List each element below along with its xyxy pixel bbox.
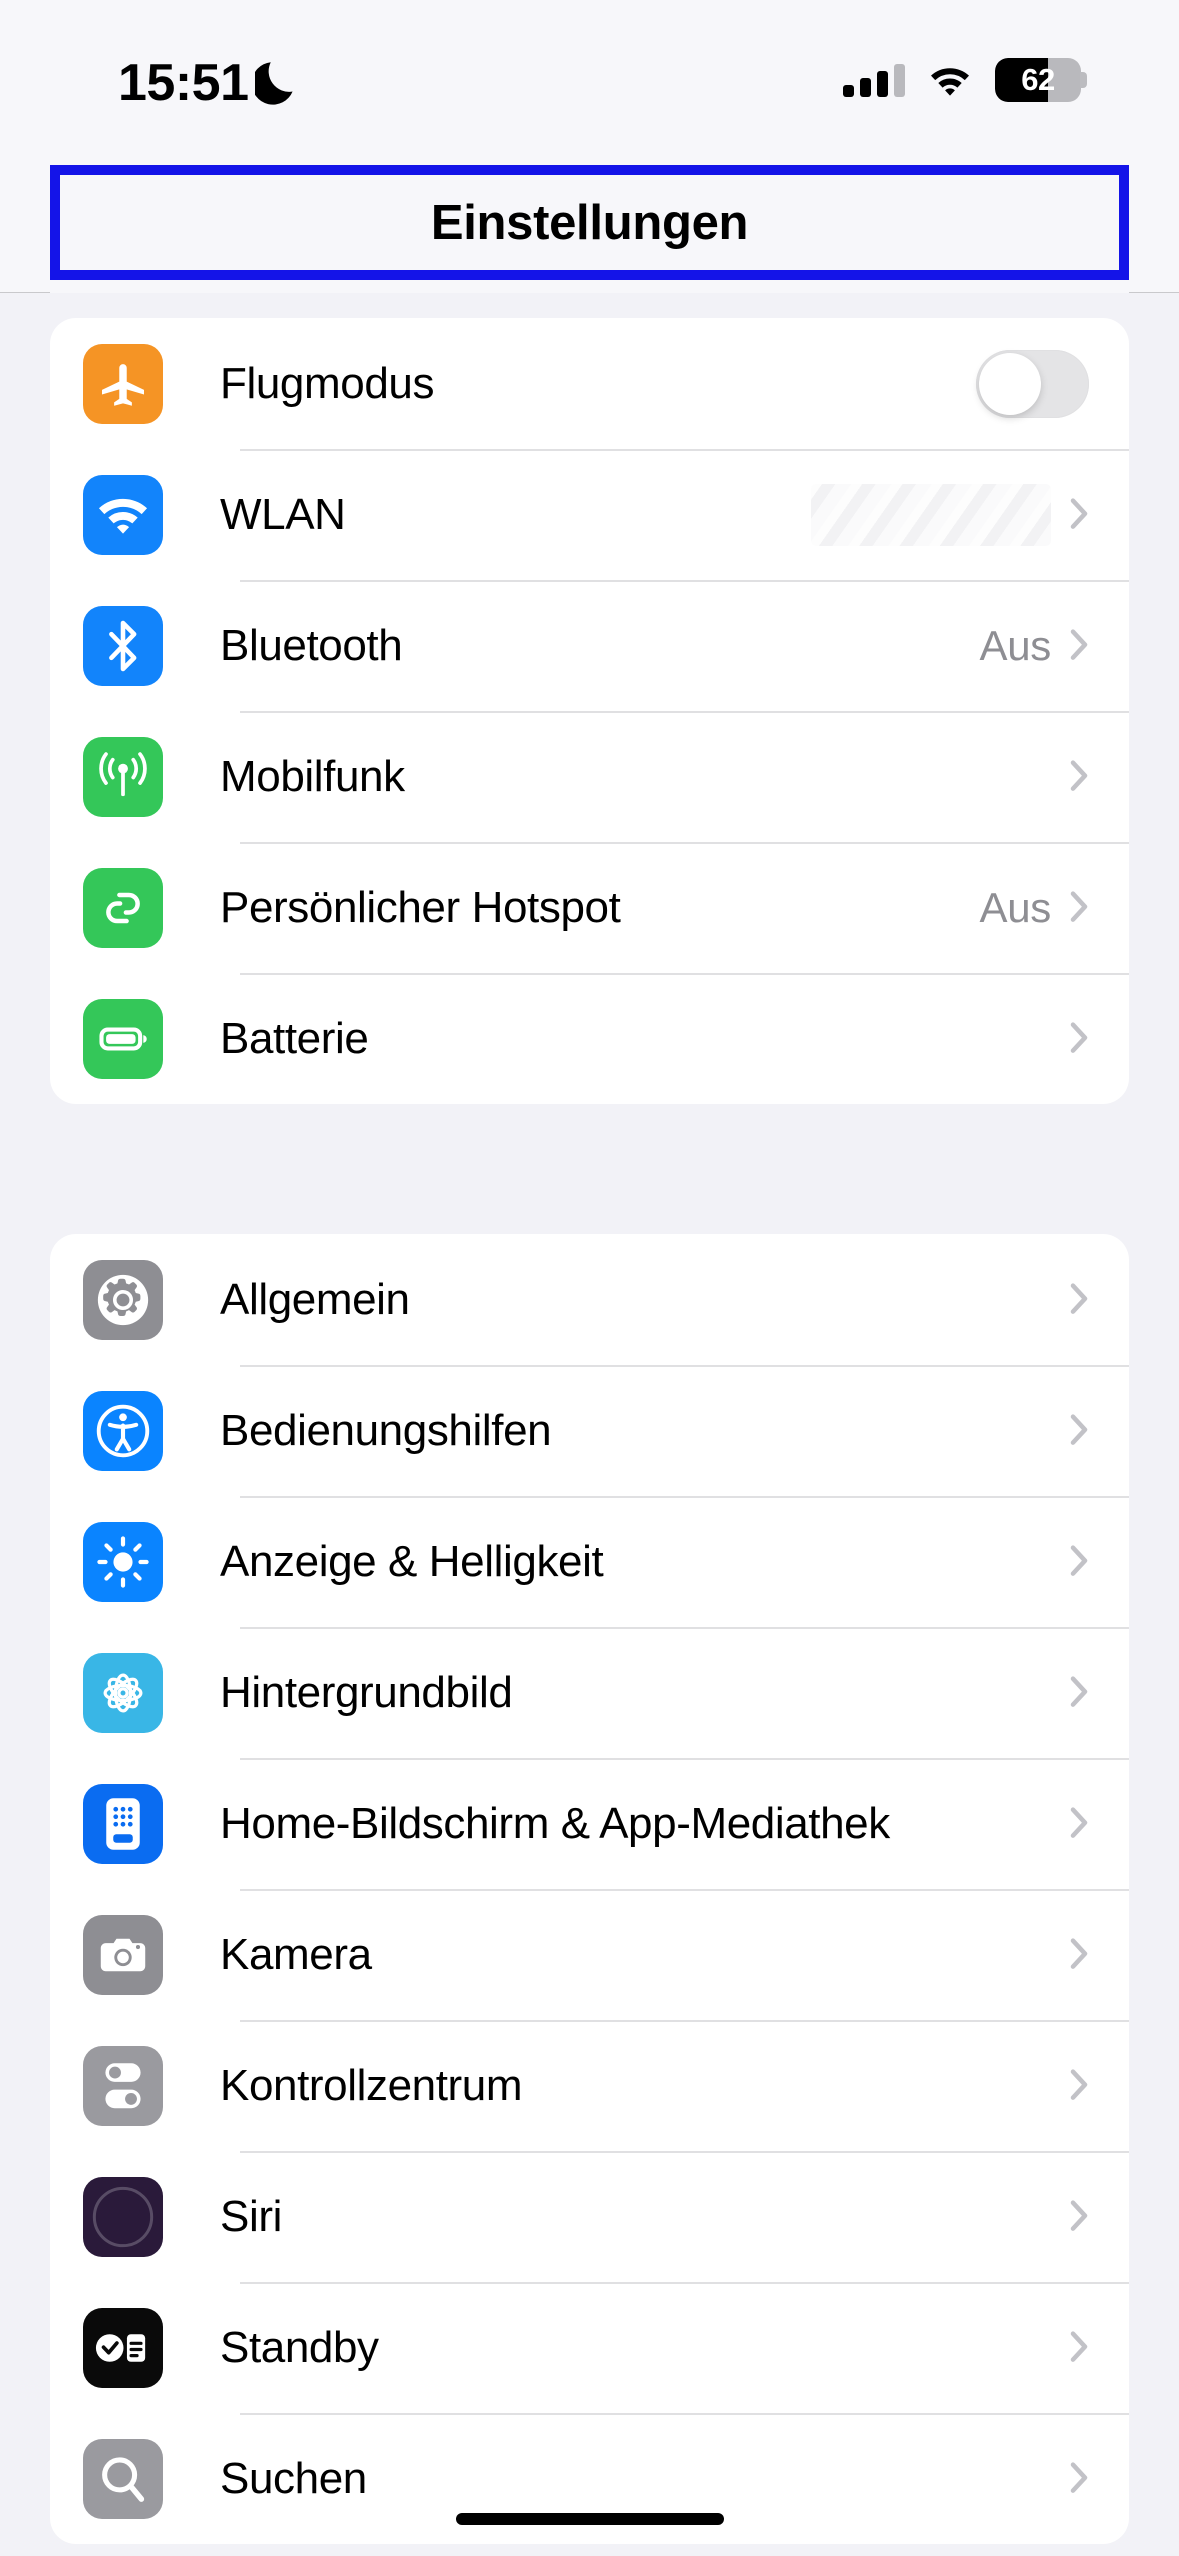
standby-icon (83, 2307, 163, 2388)
bluetooth-icon (83, 605, 163, 686)
chevron-right-icon (1069, 2330, 1089, 2366)
settings-row[interactable]: Mobilfunk (50, 711, 1129, 842)
settings-row[interactable]: Flugmodus (50, 318, 1129, 449)
brightness-sun-icon (83, 1521, 163, 1602)
settings-row-label: Bedienungshilfen (220, 1405, 552, 1455)
settings-row-accessory: Aus (980, 884, 1089, 932)
settings-row-label: Batterie (220, 1013, 369, 1063)
chevron-right-icon (1069, 497, 1089, 533)
hotspot-link-icon (83, 867, 163, 948)
battery-icon (83, 998, 163, 1079)
home-indicator-bar (455, 2513, 724, 2525)
settings-row-accessory (811, 483, 1089, 546)
settings-row[interactable]: Kontrollzentrum (50, 2020, 1129, 2151)
settings-row-label: Anzeige & Helligkeit (220, 1536, 604, 1586)
settings-row[interactable]: Kamera (50, 1889, 1129, 2020)
settings-row-label: Flugmodus (220, 358, 435, 408)
chevron-right-icon (1069, 1937, 1089, 1973)
settings-row[interactable]: Anzeige & Helligkeit (50, 1496, 1129, 1627)
settings-row-accessory (1069, 2330, 1089, 2366)
settings-row-label: Allgemein (220, 1274, 410, 1324)
settings-row-label: Mobilfunk (220, 751, 405, 801)
settings-row-accessory (1069, 759, 1089, 795)
settings-row[interactable]: Hintergrundbild (50, 1627, 1129, 1758)
accessibility-icon (83, 1390, 163, 1471)
settings-row-label: Kamera (220, 1929, 372, 1979)
redacted-value (811, 483, 1051, 546)
settings-list[interactable]: Flugmodus WLAN Bluetooth Aus Mobilfunk Persön… (0, 293, 1179, 2556)
settings-row-label: Standby (220, 2322, 379, 2372)
page-title: Einstellungen (430, 195, 749, 250)
chevron-right-icon (1069, 2461, 1089, 2497)
settings-row[interactable]: WLAN (50, 449, 1129, 580)
settings-row-accessory (1069, 2199, 1089, 2235)
settings-row[interactable]: Persönlicher Hotspot Aus (50, 842, 1129, 973)
search-magnifier-icon (83, 2438, 163, 2519)
settings-row[interactable]: Siri (50, 2151, 1129, 2282)
settings-row-label: Suchen (220, 2453, 367, 2503)
settings-row-accessory (1069, 1021, 1089, 1057)
settings-group-connectivity: Flugmodus WLAN Bluetooth Aus Mobilfunk Persön… (50, 318, 1129, 1104)
chevron-right-icon (1069, 628, 1089, 664)
antenna-icon (83, 736, 163, 817)
settings-row-label: Hintergrundbild (220, 1667, 513, 1717)
status-bar: 15:51 62 (0, 0, 1179, 165)
settings-row-label: Persönlicher Hotspot (220, 882, 621, 932)
home-screen-icon (83, 1783, 163, 1864)
settings-row-label: Kontrollzentrum (220, 2060, 523, 2110)
settings-row[interactable]: Standby (50, 2282, 1129, 2413)
camera-icon (83, 1914, 163, 1995)
chevron-right-icon (1069, 2199, 1089, 2235)
chevron-right-icon (1069, 1413, 1089, 1449)
settings-row-label: Home-Bildschirm & App-Mediathek (220, 1798, 890, 1848)
chevron-right-icon (1069, 1544, 1089, 1580)
cellular-signal-icon (843, 63, 905, 97)
settings-row-accessory: Aus (980, 622, 1089, 670)
wifi-icon (931, 68, 969, 96)
settings-row-value: Aus (979, 621, 1052, 669)
wifi-icon (83, 474, 163, 555)
chevron-right-icon (1069, 890, 1089, 926)
chevron-right-icon (1069, 1675, 1089, 1711)
settings-row-accessory (1069, 1282, 1089, 1318)
settings-row-label: Siri (220, 2191, 282, 2241)
settings-row-value: Aus (979, 883, 1052, 931)
nav-bar: Einstellungen (0, 165, 1179, 293)
settings-row-label: WLAN (220, 489, 346, 539)
control-center-icon (83, 2045, 163, 2126)
chevron-right-icon (1069, 1282, 1089, 1318)
wallpaper-flower-icon (83, 1652, 163, 1733)
battery-icon: 62 (995, 58, 1087, 102)
settings-row-accessory (1069, 1544, 1089, 1580)
siri-orb-icon (83, 2176, 163, 2257)
settings-row-accessory (1069, 1413, 1089, 1449)
settings-row-accessory (1069, 2461, 1089, 2497)
gear-icon (83, 1259, 163, 1340)
settings-row[interactable]: Bluetooth Aus (50, 580, 1129, 711)
status-bar-indicators: 62 (843, 58, 1087, 102)
chevron-right-icon (1069, 2068, 1089, 2104)
settings-row[interactable]: Batterie (50, 973, 1129, 1104)
airplane-icon (83, 343, 163, 424)
settings-row[interactable]: Home-Bildschirm & App-Mediathek (50, 1758, 1129, 1889)
settings-row-accessory (1069, 1675, 1089, 1711)
chevron-right-icon (1069, 1021, 1089, 1057)
settings-row-label: Bluetooth (220, 620, 403, 670)
settings-row[interactable]: Bedienungshilfen (50, 1365, 1129, 1496)
settings-row-accessory (1069, 2068, 1089, 2104)
settings-row-accessory (1069, 1937, 1089, 1973)
settings-group-system: Allgemein Bedienungshilfen Anzeige & Helli… (50, 1234, 1129, 2544)
chevron-right-icon (1069, 759, 1089, 795)
status-bar-time: 15:51 (118, 54, 249, 112)
page-title-highlight: Einstellungen (50, 165, 1129, 280)
settings-row-accessory (1069, 1806, 1089, 1842)
crescent-moon-icon (255, 62, 293, 105)
chevron-right-icon (1069, 1806, 1089, 1842)
battery-percent-label: 62 (1021, 62, 1055, 97)
settings-row[interactable]: Allgemein (50, 1234, 1129, 1365)
iphone-settings-screen: 15:51 62 Einstellungen Flugmodus WLAN Blue (0, 0, 1179, 2556)
toggle-switch[interactable] (976, 349, 1089, 418)
settings-row-accessory (976, 349, 1089, 418)
